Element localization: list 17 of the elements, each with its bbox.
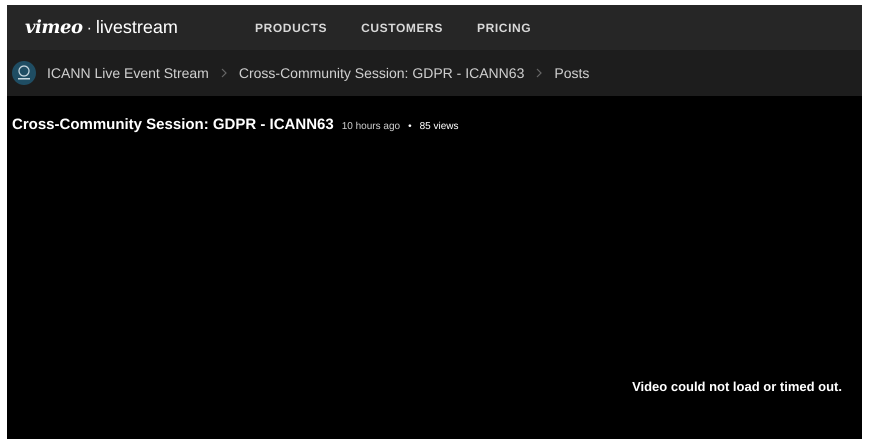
breadcrumb-link[interactable]: Posts bbox=[554, 62, 590, 84]
video-error-message: Video could not load or timed out. bbox=[632, 378, 842, 396]
view-count: 85 views bbox=[420, 120, 459, 134]
chevron-icon bbox=[536, 68, 542, 78]
post-title: Cross-Community Session: GDPR - ICANN63 bbox=[12, 115, 334, 135]
breadcrumb-link[interactable]: Cross-Community Session: GDPR - ICANN63 bbox=[238, 62, 524, 84]
chevron-icon bbox=[220, 68, 227, 78]
post-time: 10 hours ago bbox=[342, 120, 400, 134]
nav-link[interactable]: CUSTOMERS bbox=[361, 18, 443, 36]
nav-link[interactable]: PRODUCTS bbox=[255, 18, 328, 36]
nav-link[interactable]: PRICING bbox=[477, 18, 532, 36]
bullet: • bbox=[408, 120, 412, 134]
product-name[interactable]: livestream bbox=[96, 14, 178, 41]
channel-avatar-icon bbox=[12, 61, 36, 85]
brand-logo[interactable]: vimeo bbox=[25, 14, 83, 41]
logo-separator: · bbox=[86, 19, 92, 39]
breadcrumb-link[interactable]: ICANN Live Event Stream bbox=[47, 62, 209, 84]
